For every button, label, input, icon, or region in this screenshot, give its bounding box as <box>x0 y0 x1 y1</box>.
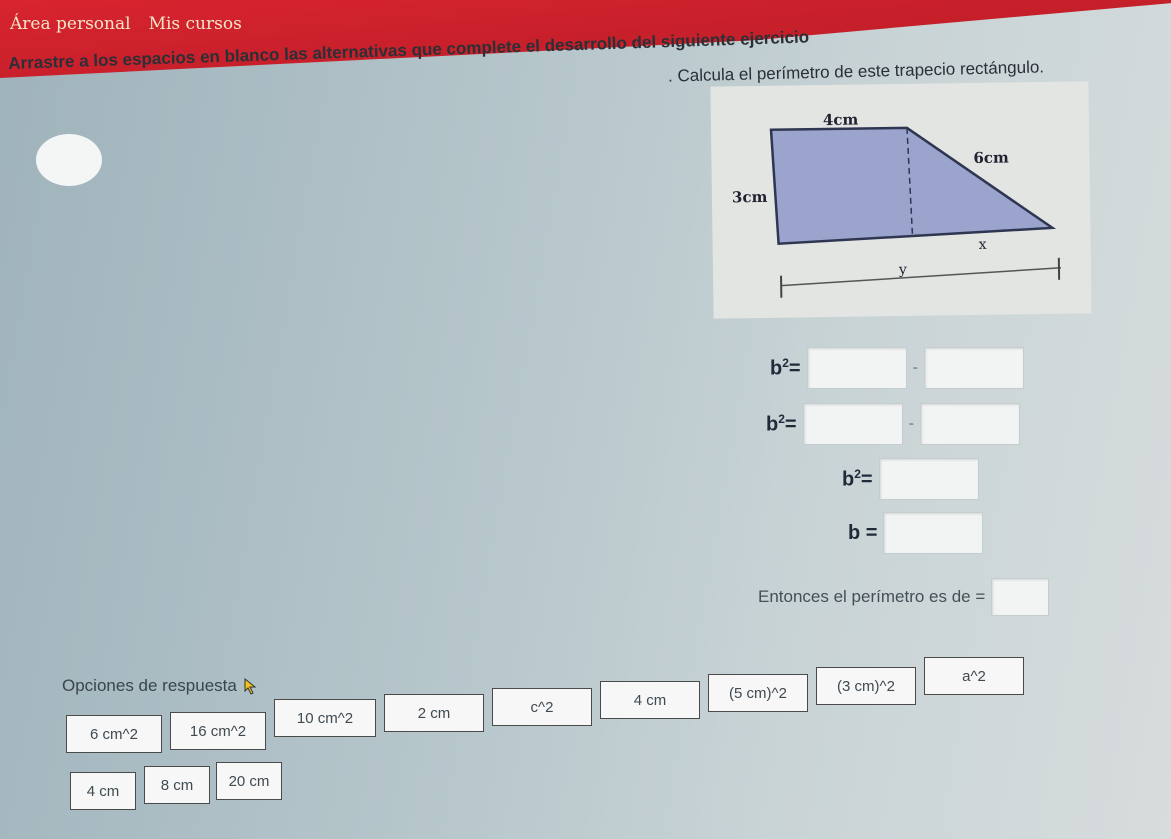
option-tile[interactable]: 2 cm <box>384 694 484 732</box>
equation-row-4: b = <box>848 512 984 554</box>
drop-zone-2[interactable] <box>923 347 1024 389</box>
equation-row-3: b2= <box>842 458 979 500</box>
label-top: 4cm <box>823 111 859 129</box>
equation-label: b2= <box>766 411 797 436</box>
equation-label: b2= <box>842 466 873 491</box>
trapezoid-shape <box>769 126 1057 246</box>
equation-label: b2= <box>770 355 801 380</box>
option-tile[interactable]: 8 cm <box>144 766 210 804</box>
drop-zone-4[interactable] <box>919 403 1020 445</box>
drop-zone-3[interactable] <box>802 403 903 445</box>
image-placeholder <box>36 134 102 186</box>
equation-row-1: b2= - <box>770 347 1024 389</box>
drop-zone-5[interactable] <box>878 458 979 500</box>
option-tile[interactable]: 10 cm^2 <box>274 699 376 737</box>
option-tile[interactable]: c^2 <box>492 688 592 726</box>
option-tile[interactable]: 16 cm^2 <box>170 712 266 750</box>
option-tile[interactable]: 20 cm <box>216 762 282 800</box>
nav-bar: Área personal Mis cursos <box>10 14 242 34</box>
drop-zone-1[interactable] <box>806 347 907 389</box>
options-title: Opciones de respuesta <box>62 676 259 696</box>
trapezoid-diagram: 4cm 6cm 3cm x y <box>732 111 1062 298</box>
trapezoid-figure: 4cm 6cm 3cm x y <box>710 81 1092 319</box>
option-tile[interactable]: 4 cm <box>600 681 700 719</box>
perimeter-label: Entonces el perímetro es de = <box>758 587 986 606</box>
option-tile[interactable]: a^2 <box>924 657 1024 695</box>
equation-label: b = <box>848 521 878 544</box>
option-tile[interactable]: 4 cm <box>70 772 136 810</box>
y-measure-line <box>781 267 1062 287</box>
separator: - <box>908 415 914 432</box>
drop-zone-6[interactable] <box>883 512 984 554</box>
equation-row-2: b2= - <box>766 403 1020 445</box>
options-title-text: Opciones de respuesta <box>62 676 237 695</box>
label-slant: 6cm <box>973 148 1009 166</box>
nav-mis-cursos[interactable]: Mis cursos <box>149 14 242 34</box>
pointer-cursor-icon <box>244 677 257 695</box>
option-tile[interactable]: 6 cm^2 <box>66 715 162 753</box>
label-x: x <box>979 237 987 253</box>
option-tile[interactable]: (3 cm)^2 <box>816 667 916 705</box>
separator: - <box>912 359 918 376</box>
nav-area-personal[interactable]: Área personal <box>10 14 131 34</box>
label-y: y <box>898 262 907 278</box>
drop-zone-perimeter[interactable] <box>991 578 1050 616</box>
perimeter-row: Entonces el perímetro es de = <box>758 578 1050 616</box>
option-tile[interactable]: (5 cm)^2 <box>708 674 808 712</box>
label-left: 3cm <box>732 188 768 206</box>
